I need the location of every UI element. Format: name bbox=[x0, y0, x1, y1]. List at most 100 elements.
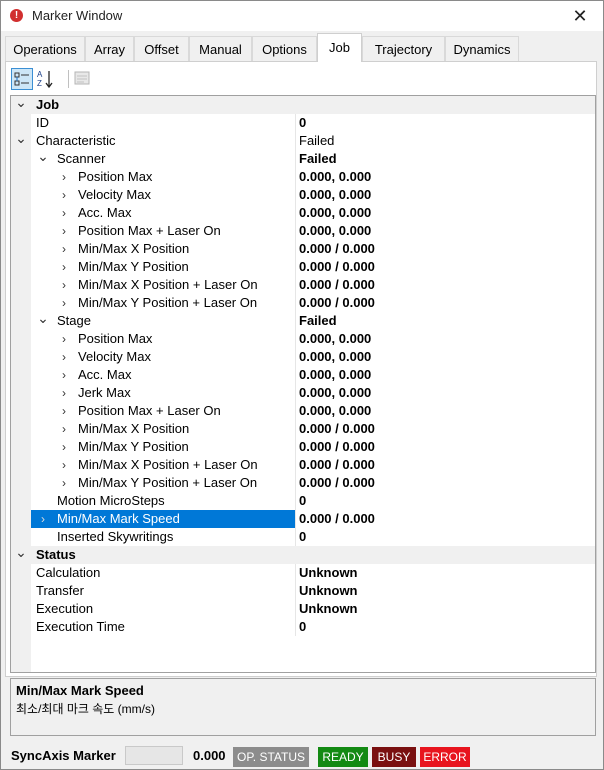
property-row[interactable]: › Acc. Max 0.000, 0.000 bbox=[11, 204, 595, 222]
property-value[interactable]: Failed bbox=[299, 132, 334, 150]
property-row[interactable]: › Position Max + Laser On 0.000, 0.000 bbox=[11, 222, 595, 240]
chevron-right-icon[interactable]: › bbox=[57, 240, 71, 258]
chevron-right-icon[interactable]: › bbox=[57, 186, 71, 204]
property-row[interactable]: › Position Max + Laser On 0.000, 0.000 bbox=[11, 402, 595, 420]
sort-alphabetical-button[interactable]: A Z bbox=[35, 68, 57, 90]
property-row[interactable]: › Min/Max Y Position + Laser On 0.000 / 0.… bbox=[11, 294, 595, 312]
category-row[interactable]: ⌄ Status bbox=[11, 545, 595, 564]
property-row[interactable]: › Min/Max Y Position 0.000 / 0.000 bbox=[11, 438, 595, 456]
property-row[interactable]: › Jerk Max 0.000, 0.000 bbox=[11, 384, 595, 402]
categorized-button[interactable] bbox=[11, 68, 33, 90]
property-value[interactable]: Unknown bbox=[299, 564, 358, 582]
property-value[interactable]: Unknown bbox=[299, 600, 358, 618]
property-value[interactable]: 0.000, 0.000 bbox=[299, 186, 371, 204]
chevron-right-icon[interactable]: › bbox=[57, 474, 71, 492]
property-row[interactable]: ⌄ Scanner Failed bbox=[11, 149, 595, 168]
property-row[interactable]: Execution Unknown bbox=[11, 600, 595, 618]
chevron-down-icon[interactable]: ⌄ bbox=[36, 149, 50, 168]
property-value[interactable]: 0.000 / 0.000 bbox=[299, 510, 375, 528]
property-row[interactable]: Inserted Skywritings 0 bbox=[11, 528, 595, 546]
chevron-right-icon[interactable]: › bbox=[57, 384, 71, 402]
property-value[interactable]: Failed bbox=[299, 312, 337, 330]
property-value[interactable]: 0.000, 0.000 bbox=[299, 366, 371, 384]
property-value[interactable]: 0 bbox=[299, 618, 306, 636]
chevron-right-icon[interactable]: › bbox=[57, 276, 71, 294]
property-row[interactable]: › Min/Max X Position + Laser On 0.000 / 0.… bbox=[11, 276, 595, 294]
chevron-down-icon[interactable]: ⌄ bbox=[36, 311, 50, 330]
property-value[interactable]: 0.000, 0.000 bbox=[299, 348, 371, 366]
property-value[interactable]: 0.000 / 0.000 bbox=[299, 438, 375, 456]
chevron-down-icon[interactable]: ⌄ bbox=[14, 131, 28, 150]
property-row[interactable]: Motion MicroSteps 0 bbox=[11, 492, 595, 510]
property-value[interactable]: 0.000, 0.000 bbox=[299, 204, 371, 222]
chevron-down-icon[interactable]: ⌄ bbox=[14, 96, 28, 114]
chevron-right-icon[interactable]: › bbox=[36, 510, 50, 528]
chevron-right-icon[interactable]: › bbox=[57, 168, 71, 186]
chevron-right-icon[interactable]: › bbox=[57, 330, 71, 348]
property-row[interactable]: › Acc. Max 0.000, 0.000 bbox=[11, 366, 595, 384]
property-row[interactable]: › Position Max 0.000, 0.000 bbox=[11, 168, 595, 186]
op-status-badge[interactable]: OP. STATUS bbox=[233, 747, 309, 767]
property-name: Stage bbox=[57, 313, 91, 328]
property-row[interactable]: › Min/Max Mark Speed 0.000 / 0.000 bbox=[11, 510, 595, 528]
chevron-right-icon[interactable]: › bbox=[57, 420, 71, 438]
property-name: Scanner bbox=[57, 151, 106, 166]
property-value[interactable]: 0 bbox=[299, 114, 306, 132]
property-value[interactable]: 0 bbox=[299, 492, 306, 510]
chevron-right-icon[interactable]: › bbox=[57, 366, 71, 384]
property-row[interactable]: Execution Time 0 bbox=[11, 618, 595, 636]
property-grid[interactable]: ⌄ Job ID 0 ⌄ Characteristic Failed ⌄ Scanner Fail… bbox=[10, 95, 596, 673]
category-row[interactable]: ⌄ Job bbox=[11, 96, 595, 114]
property-value[interactable]: 0 bbox=[299, 528, 306, 546]
property-row[interactable]: › Velocity Max 0.000, 0.000 bbox=[11, 186, 595, 204]
property-value[interactable]: Failed bbox=[299, 150, 337, 168]
chevron-right-icon[interactable]: › bbox=[57, 258, 71, 276]
property-value[interactable]: 0.000 / 0.000 bbox=[299, 456, 375, 474]
chevron-down-icon[interactable]: ⌄ bbox=[14, 545, 28, 564]
chevron-right-icon[interactable]: › bbox=[57, 204, 71, 222]
property-value[interactable]: 0.000 / 0.000 bbox=[299, 294, 375, 312]
chevron-right-icon[interactable]: › bbox=[57, 456, 71, 474]
chevron-right-icon[interactable]: › bbox=[57, 222, 71, 240]
property-row[interactable]: › Min/Max X Position + Laser On 0.000 / 0.… bbox=[11, 456, 595, 474]
tab-offset[interactable]: Offset bbox=[134, 36, 189, 61]
property-value[interactable]: 0.000 / 0.000 bbox=[299, 258, 375, 276]
property-row[interactable]: › Min/Max X Position 0.000 / 0.000 bbox=[11, 240, 595, 258]
property-row[interactable]: ID 0 bbox=[11, 114, 595, 132]
property-row[interactable]: Calculation Unknown bbox=[11, 564, 595, 582]
tab-trajectory[interactable]: Trajectory bbox=[362, 36, 445, 61]
property-value[interactable]: 0.000, 0.000 bbox=[299, 168, 371, 186]
property-row[interactable]: › Position Max 0.000, 0.000 bbox=[11, 330, 595, 348]
property-value[interactable]: 0.000, 0.000 bbox=[299, 402, 371, 420]
chevron-right-icon[interactable]: › bbox=[57, 294, 71, 312]
property-row[interactable]: › Min/Max Y Position + Laser On 0.000 / 0.… bbox=[11, 474, 595, 492]
chevron-right-icon[interactable]: › bbox=[57, 402, 71, 420]
property-value[interactable]: 0.000, 0.000 bbox=[299, 222, 371, 240]
chevron-right-icon[interactable]: › bbox=[57, 348, 71, 366]
tab-manual[interactable]: Manual bbox=[189, 36, 252, 61]
svg-text:A: A bbox=[37, 70, 43, 79]
property-value[interactable]: 0.000 / 0.000 bbox=[299, 240, 375, 258]
tab-strip: Operations Array Offset Manual Options J… bbox=[5, 33, 599, 62]
property-value[interactable]: 0.000 / 0.000 bbox=[299, 474, 375, 492]
tab-job[interactable]: Job bbox=[317, 33, 362, 62]
property-value[interactable]: 0.000 / 0.000 bbox=[299, 276, 375, 294]
close-button[interactable]: ✕ bbox=[557, 1, 603, 31]
column-divider bbox=[295, 330, 296, 348]
property-value[interactable]: 0.000, 0.000 bbox=[299, 330, 371, 348]
property-row[interactable]: ⌄ Characteristic Failed bbox=[11, 131, 595, 150]
property-row[interactable]: › Velocity Max 0.000, 0.000 bbox=[11, 348, 595, 366]
chevron-right-icon[interactable]: › bbox=[57, 438, 71, 456]
property-row[interactable]: › Min/Max Y Position 0.000 / 0.000 bbox=[11, 258, 595, 276]
tab-operations[interactable]: Operations bbox=[5, 36, 85, 61]
tab-array[interactable]: Array bbox=[85, 36, 134, 61]
property-row[interactable]: Transfer Unknown bbox=[11, 582, 595, 600]
property-value[interactable]: 0.000, 0.000 bbox=[299, 384, 371, 402]
tab-dynamics[interactable]: Dynamics bbox=[445, 36, 519, 61]
property-value[interactable]: Unknown bbox=[299, 582, 358, 600]
property-value[interactable]: 0.000 / 0.000 bbox=[299, 420, 375, 438]
property-row[interactable]: › Min/Max X Position 0.000 / 0.000 bbox=[11, 420, 595, 438]
tab-options[interactable]: Options bbox=[252, 36, 317, 61]
property-row[interactable]: ⌄ Stage Failed bbox=[11, 311, 595, 330]
property-pages-button[interactable] bbox=[72, 68, 94, 90]
